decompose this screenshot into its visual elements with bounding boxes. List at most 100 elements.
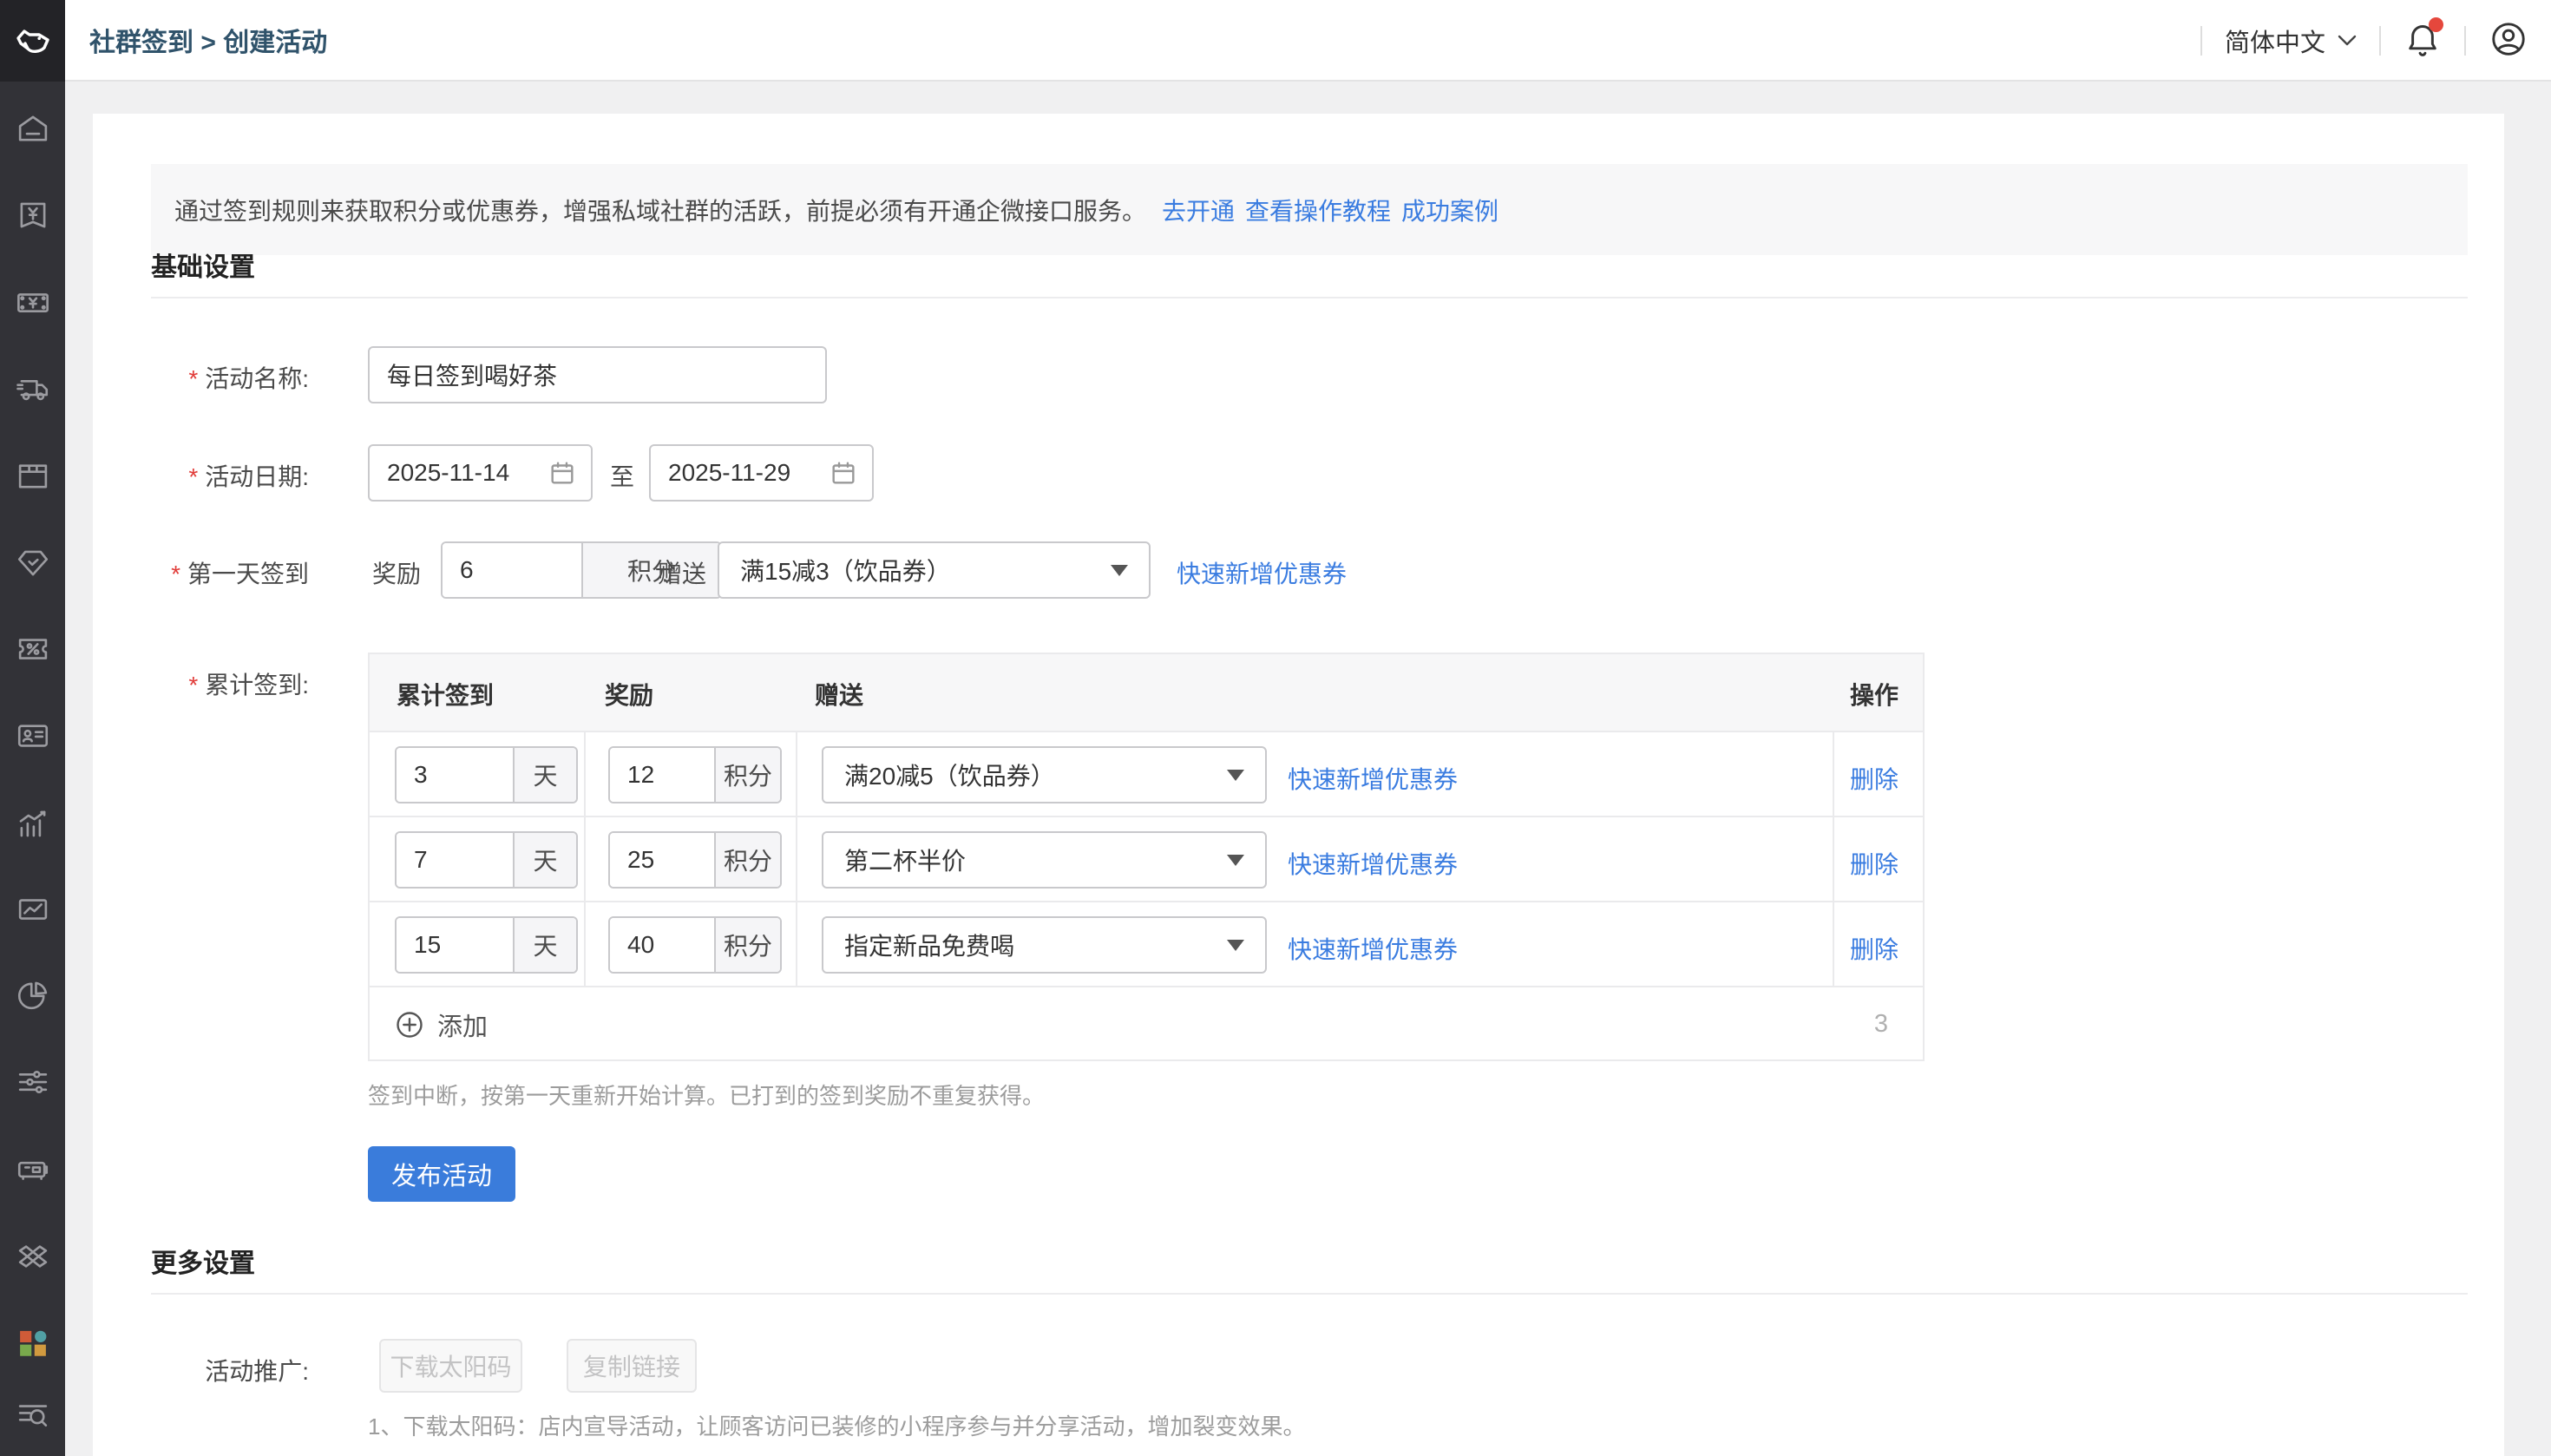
success-cases-link[interactable]: 成功案例	[1401, 193, 1498, 227]
gift-select-value: 满20减5（饮品券）	[844, 758, 1227, 792]
banknote-icon	[15, 285, 51, 321]
add-row-label: 添加	[437, 1007, 488, 1043]
delete-row-link[interactable]: 删除	[1850, 761, 1898, 796]
days-input[interactable]	[397, 748, 513, 802]
select-caret-icon	[1227, 855, 1244, 866]
row-count: 3	[1874, 1010, 1888, 1039]
language-label: 简体中文	[2225, 23, 2325, 59]
sidebar-item-statistics[interactable]	[0, 975, 65, 1013]
points-unit-suffix: 积分	[714, 748, 780, 802]
apps-color-grid-icon	[15, 1324, 51, 1361]
col-header-days: 累计签到	[397, 677, 494, 712]
cumulative-label: 累计签到:	[93, 666, 309, 701]
more-settings-title: 更多设置	[151, 1242, 255, 1280]
sidebar-item-reports[interactable]	[0, 890, 65, 928]
download-suncode-button[interactable]: 下载太阳码	[379, 1339, 522, 1393]
analytics-icon	[15, 805, 51, 842]
sidebar-item-coupons[interactable]	[0, 630, 65, 668]
points-field: 积分	[608, 916, 782, 974]
points-field: 积分	[608, 746, 782, 803]
quick-add-coupon-link[interactable]: 快速新增优惠券	[1288, 846, 1458, 881]
activity-name-input[interactable]	[368, 346, 827, 403]
add-row-button[interactable]: 添加	[394, 1007, 488, 1043]
points-input[interactable]	[610, 833, 714, 887]
table-footer: 添加 3	[370, 986, 1923, 1061]
home-icon	[15, 110, 51, 147]
table-row: 天 积分 指定新品免费喝 快速新增优惠券 删除	[370, 901, 1923, 986]
select-caret-icon	[1227, 940, 1244, 951]
sidebar-item-analytics[interactable]	[0, 804, 65, 843]
days-input[interactable]	[397, 918, 513, 972]
date-start-value: 2025-11-14	[387, 459, 548, 487]
open-service-link[interactable]: 去开通	[1162, 193, 1235, 227]
tutorial-link[interactable]: 查看操作教程	[1245, 193, 1391, 227]
language-selector[interactable]: 简体中文	[2225, 23, 2357, 59]
quick-add-coupon-link[interactable]: 快速新增优惠券	[1288, 761, 1458, 796]
sliders-icon	[15, 1064, 51, 1100]
days-input[interactable]	[397, 833, 513, 887]
app-logo[interactable]	[0, 0, 65, 82]
table-header: 累计签到 奖励 赠送 操作	[370, 654, 1923, 731]
days-unit-suffix: 天	[513, 918, 576, 972]
select-caret-icon	[1111, 565, 1128, 576]
copy-link-button[interactable]: 复制链接	[567, 1339, 697, 1393]
gift-select[interactable]: 指定新品免费喝	[822, 916, 1267, 974]
days-field: 天	[395, 746, 578, 803]
sidebar-item-home[interactable]	[0, 109, 65, 148]
first-day-coupon-value: 满15减3（饮品券）	[740, 553, 1111, 587]
days-unit-suffix: 天	[513, 833, 576, 887]
gem-icon	[15, 545, 51, 581]
quick-add-coupon-link[interactable]: 快速新增优惠券	[1177, 555, 1347, 590]
delete-row-link[interactable]: 删除	[1850, 931, 1898, 966]
sidebar-item-apps[interactable]	[0, 1323, 65, 1361]
account-button[interactable]	[2489, 19, 2528, 63]
gift-select[interactable]: 满20减5（饮品券）	[822, 746, 1267, 803]
notifications-button[interactable]	[2403, 19, 2442, 62]
sidebar-item-devices[interactable]	[0, 1151, 65, 1189]
user-avatar-icon	[2489, 19, 2528, 59]
topbar-divider	[2379, 26, 2381, 56]
sidebar-item-orders[interactable]	[0, 456, 65, 495]
basic-settings-title: 基础设置	[151, 246, 255, 284]
points-unit-suffix: 积分	[714, 833, 780, 887]
activity-name-label: 活动名称:	[93, 360, 309, 395]
table-row: 天 积分 满20减5（饮品券） 快速新增优惠券 删除	[370, 731, 1923, 816]
sidebar-item-cash[interactable]	[0, 284, 65, 322]
first-day-points-input[interactable]	[443, 543, 581, 597]
sidebar-item-settings[interactable]	[0, 1063, 65, 1101]
section-divider	[151, 297, 2468, 298]
promo-label: 活动推广:	[93, 1353, 309, 1387]
cumulative-note: 签到中断，按第一天重新开始计算。已打到的签到奖励不重复获得。	[368, 1079, 1045, 1111]
days-field: 天	[395, 831, 578, 889]
publish-button[interactable]: 发布活动	[368, 1146, 515, 1202]
points-unit-suffix: 积分	[714, 918, 780, 972]
sidebar-item-delivery[interactable]	[0, 370, 65, 408]
promo-note: 1、下载太阳码：店内宣导活动，让顾客访问已装修的小程序参与并分享活动，增加裂变效…	[368, 1409, 1305, 1441]
gift-select[interactable]: 第二杯半价	[822, 831, 1267, 889]
first-day-coupon-select[interactable]: 满15减3（饮品券）	[718, 541, 1151, 599]
sidebar-item-search-logs[interactable]	[0, 1396, 65, 1434]
gift-label: 赠送	[658, 555, 706, 590]
points-field: 积分	[608, 831, 782, 889]
sidebar-item-tools[interactable]	[0, 1237, 65, 1276]
quick-add-coupon-link[interactable]: 快速新增优惠券	[1288, 931, 1458, 966]
notification-badge	[2429, 17, 2443, 32]
card-reader-icon	[15, 1151, 51, 1188]
content-card: 通过签到规则来获取积分或优惠券，增强私域社群的活跃，前提必须有开通企微接口服务。…	[93, 114, 2504, 1456]
topbar-divider	[2200, 26, 2202, 56]
sidebar-item-membership[interactable]	[0, 544, 65, 582]
col-header-gift: 赠送	[815, 677, 863, 712]
delete-row-link[interactable]: 删除	[1850, 846, 1898, 881]
col-header-action: 操作	[1850, 677, 1898, 712]
gift-select-value: 第二杯半价	[844, 843, 1227, 877]
date-start-picker[interactable]: 2025-11-14	[368, 444, 593, 502]
date-end-picker[interactable]: 2025-11-29	[649, 444, 874, 502]
points-input[interactable]	[610, 918, 714, 972]
notice-text: 通过签到规则来获取积分或优惠券，增强私域社群的活跃，前提必须有开通企微接口服务。	[174, 193, 1146, 227]
points-input[interactable]	[610, 748, 714, 802]
notice-bar: 通过签到规则来获取积分或优惠券，增强私域社群的活跃，前提必须有开通企微接口服务。…	[151, 164, 2468, 255]
sidebar-item-customers[interactable]	[0, 717, 65, 755]
topbar-divider	[2464, 26, 2466, 56]
sidebar-item-voucher[interactable]	[0, 196, 65, 234]
select-caret-icon	[1227, 770, 1244, 781]
